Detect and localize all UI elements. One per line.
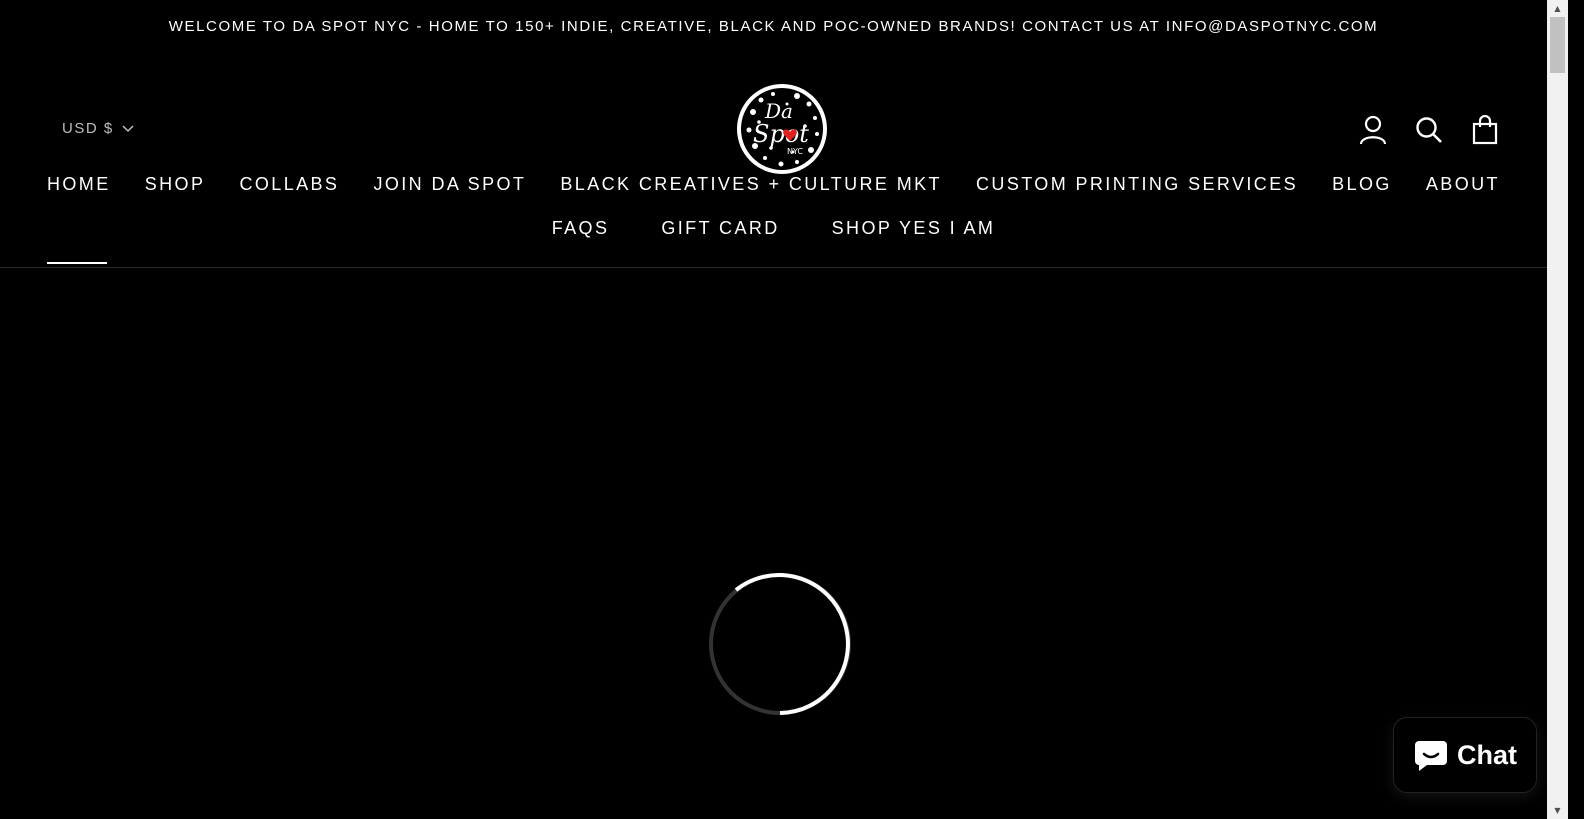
nav-item-shop-yes-i-am[interactable]: SHOP YES I AM <box>832 218 996 239</box>
nav-item-join-da-spot[interactable]: JOIN DA SPOT <box>373 174 526 195</box>
logo-text-nyc: NYC <box>787 147 803 156</box>
nav-item-faqs[interactable]: FAQS <box>552 218 610 239</box>
nav-item-shop[interactable]: SHOP <box>145 174 206 195</box>
nav-item-collabs[interactable]: COLLABS <box>239 174 339 195</box>
logo[interactable]: Da Spot NYC <box>735 82 829 176</box>
nav-item-black-creatives-mkt[interactable]: BLACK CREATIVES + CULTURE MKT <box>560 174 942 195</box>
header-icon-group <box>1358 114 1500 146</box>
cart-button[interactable] <box>1470 114 1500 146</box>
nav-item-home[interactable]: HOME <box>47 174 111 195</box>
scrollbar-thumb[interactable] <box>1550 17 1565 73</box>
announcement-bar: WELCOME TO DA SPOT NYC - HOME TO 150+ IN… <box>0 0 1547 52</box>
chat-button[interactable]: Chat <box>1393 717 1537 793</box>
account-icon <box>1359 115 1387 145</box>
main-nav-row-2: FAQS GIFT CARD SHOP YES I AM <box>0 218 1547 239</box>
loading-spinner-icon <box>709 573 851 715</box>
nav-item-blog[interactable]: BLOG <box>1332 174 1392 195</box>
page-scrollbar[interactable]: ▲ ▼ <box>1547 0 1568 819</box>
logo-text-spot: Spot <box>753 120 809 148</box>
search-icon <box>1416 117 1442 143</box>
search-button[interactable] <box>1414 114 1444 146</box>
nav-item-custom-printing[interactable]: CUSTOM PRINTING SERVICES <box>976 174 1298 195</box>
chat-label: Chat <box>1457 739 1517 770</box>
active-nav-indicator <box>47 262 107 264</box>
currency-selector[interactable]: USD $ <box>62 120 134 137</box>
announcement-text: WELCOME TO DA SPOT NYC - HOME TO 150+ IN… <box>168 17 1379 35</box>
triangle-up-icon: ▲ <box>1554 4 1561 13</box>
account-button[interactable] <box>1358 114 1388 146</box>
triangle-down-icon: ▼ <box>1554 806 1561 815</box>
chat-bubble-icon <box>1415 741 1447 771</box>
chevron-down-icon <box>122 124 134 132</box>
cart-icon <box>1472 115 1498 145</box>
scroll-up-arrow[interactable]: ▲ <box>1547 0 1568 17</box>
scroll-down-arrow[interactable]: ▼ <box>1547 802 1568 819</box>
nav-item-about[interactable]: ABOUT <box>1426 174 1500 195</box>
nav-item-gift-card[interactable]: GIFT CARD <box>661 218 779 239</box>
header-divider <box>0 267 1547 268</box>
site-header: USD $ Da Spot NYC HOME SHOP COLLABS JOIN… <box>0 52 1547 268</box>
main-nav-row-1: HOME SHOP COLLABS JOIN DA SPOT BLACK CRE… <box>0 174 1547 195</box>
currency-label: USD $ <box>62 120 114 137</box>
